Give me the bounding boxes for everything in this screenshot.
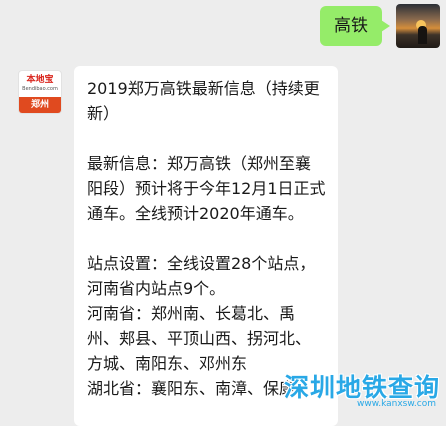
avatar-brand-domain: Bendibao.com [22, 86, 58, 92]
watermark: 深圳地铁查询 www.kanxsw.com [266, 366, 446, 414]
message-latest-info: 最新信息：郑万高铁（郑州至襄阳段）预计将于今年12月1日正式通车。全线预计202… [87, 154, 326, 223]
message-title: 2019郑万高铁最新信息（持续更新） [87, 79, 320, 123]
message-station-setup: 站点设置：全线设置28个站点，河南省内站点9个。 [87, 254, 316, 298]
avatar-city-label: 郑州 [19, 97, 61, 113]
avatar-brand-name: 本地宝 [26, 75, 54, 85]
outgoing-message-text: 高铁 [334, 16, 368, 36]
outgoing-message-row: 高铁 [0, 0, 446, 60]
avatar-brand-logo: 本地宝 Bendibao.com [19, 71, 61, 97]
my-avatar[interactable] [396, 4, 440, 48]
avatar-silhouette [418, 26, 427, 44]
message-henan-stations: 河南省：郑州南、长葛北、禹州、郏县、平顶山西、拐河北、方城、南阳东、邓州东 [87, 304, 312, 373]
outgoing-message-bubble[interactable]: 高铁 [320, 6, 390, 46]
sender-avatar[interactable]: 本地宝 Bendibao.com 郑州 [18, 70, 62, 114]
watermark-domain: www.kanxsw.com [356, 399, 436, 409]
